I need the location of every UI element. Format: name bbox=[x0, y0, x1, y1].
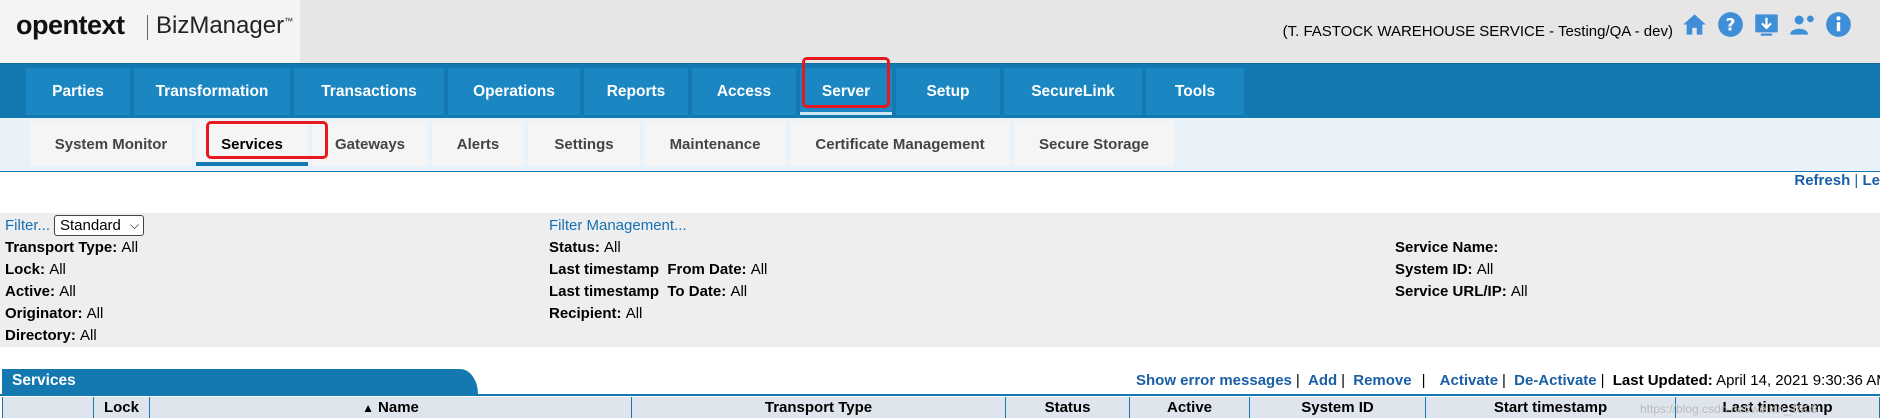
subtab-settings[interactable]: Settings bbox=[528, 121, 640, 166]
subtab-secure-storage[interactable]: Secure Storage bbox=[1014, 121, 1174, 166]
filter-directory: Directory: All bbox=[5, 327, 97, 344]
tab-transformation[interactable]: Transformation bbox=[134, 68, 290, 115]
add-link[interactable]: Add bbox=[1308, 372, 1337, 389]
tab-setup[interactable]: Setup bbox=[896, 68, 1000, 115]
info-icon[interactable] bbox=[1824, 10, 1853, 39]
separator: | bbox=[1421, 372, 1426, 389]
filter-service-url: Service URL/IP: All bbox=[1395, 283, 1528, 300]
services-section-title: Services bbox=[2, 369, 478, 394]
tab-tools[interactable]: Tools bbox=[1146, 68, 1244, 115]
filter-select[interactable]: Standard ⌵ bbox=[54, 215, 144, 236]
main-navigation: Parties Transformation Transactions Oper… bbox=[0, 63, 1880, 119]
separator: | bbox=[1295, 372, 1300, 389]
last-updated-value: April 14, 2021 9:30:36 AM bbox=[1716, 372, 1880, 389]
column-select[interactable] bbox=[2, 397, 94, 418]
remove-link[interactable]: Remove bbox=[1353, 372, 1411, 389]
show-error-messages-link[interactable]: Show error messages bbox=[1136, 372, 1292, 389]
column-lock[interactable]: Lock bbox=[94, 397, 150, 418]
services-actions: Show error messages | Add | Remove | Activa… bbox=[1136, 372, 1880, 389]
tab-securelink[interactable]: SecureLink bbox=[1004, 68, 1142, 115]
subtab-certificate-management[interactable]: Certificate Management bbox=[790, 121, 1010, 166]
refresh-bar: Refresh | Le bbox=[1794, 172, 1880, 189]
filter-select-value: Standard bbox=[60, 217, 121, 234]
home-icon[interactable] bbox=[1680, 10, 1709, 39]
tab-access[interactable]: Access bbox=[692, 68, 796, 115]
environment-label: (T. FASTOCK WAREHOUSE SERVICE - Testing/… bbox=[1282, 23, 1673, 40]
subtab-system-monitor[interactable]: System Monitor bbox=[30, 121, 192, 166]
tab-parties[interactable]: Parties bbox=[26, 68, 130, 115]
download-icon[interactable] bbox=[1752, 10, 1781, 39]
brand-name: opentext bbox=[16, 10, 125, 40]
filter-recipient: Recipient: All bbox=[549, 305, 643, 322]
product-name: BizManager™ bbox=[156, 12, 294, 39]
section-divider bbox=[0, 394, 1880, 396]
separator: | bbox=[1341, 372, 1346, 389]
filter-to-date: Last timestamp To Date: All bbox=[549, 283, 748, 300]
filter-lock: Lock: All bbox=[5, 261, 66, 278]
last-updated-label: Last Updated: bbox=[1612, 372, 1713, 389]
filter-originator: Originator: All bbox=[5, 305, 104, 322]
highlight-server-tab bbox=[802, 57, 890, 108]
filter-active: Active: All bbox=[5, 283, 76, 300]
separator: | bbox=[1600, 372, 1605, 389]
chevron-down-icon: ⌵ bbox=[129, 218, 139, 232]
svg-text:?: ? bbox=[1726, 15, 1736, 35]
filter-panel: Filter... Standard ⌵ Filter Management..… bbox=[0, 213, 1880, 347]
app-header: opentext BizManager™ (T. FASTOCK WAREHOU… bbox=[0, 0, 1880, 63]
refresh-separator: | bbox=[1854, 172, 1859, 189]
filter-transport-type: Transport Type: All bbox=[5, 239, 139, 256]
separator: | bbox=[1502, 372, 1506, 389]
filter-system-id: System ID: All bbox=[1395, 261, 1494, 278]
highlight-services-tab bbox=[206, 121, 328, 159]
tab-reports[interactable]: Reports bbox=[584, 68, 688, 115]
tab-operations[interactable]: Operations bbox=[448, 68, 580, 115]
subtab-gateways[interactable]: Gateways bbox=[312, 121, 428, 166]
refresh-link[interactable]: Refresh bbox=[1794, 172, 1850, 189]
truncated-link[interactable]: Le bbox=[1862, 172, 1880, 189]
filter-management-link[interactable]: Filter Management... bbox=[549, 217, 687, 234]
subtab-alerts[interactable]: Alerts bbox=[432, 121, 524, 166]
filter-from-date: Last timestamp From Date: All bbox=[549, 261, 768, 278]
column-system-id[interactable]: System ID bbox=[1250, 397, 1426, 418]
activate-link[interactable]: Activate bbox=[1440, 372, 1498, 389]
filter-status: Status: All bbox=[549, 239, 621, 256]
column-start-timestamp[interactable]: Start timestamp bbox=[1426, 397, 1676, 418]
sort-ascending-icon: ▲ bbox=[362, 401, 375, 415]
logo: opentext BizManager™ bbox=[0, 0, 300, 63]
column-status[interactable]: Status bbox=[1006, 397, 1130, 418]
filter-link[interactable]: Filter... bbox=[5, 217, 50, 234]
subtab-maintenance[interactable]: Maintenance bbox=[644, 121, 786, 166]
logo-divider bbox=[147, 15, 148, 40]
filter-service-name: Service Name: bbox=[1395, 239, 1499, 256]
help-icon[interactable]: ? bbox=[1716, 10, 1745, 39]
user-settings-icon[interactable] bbox=[1788, 10, 1817, 39]
header-toolbar: ? bbox=[1680, 10, 1853, 39]
watermark: https://blog.csdn.net/weixin_1808 bbox=[1640, 402, 1818, 416]
column-name[interactable]: ▲ Name bbox=[150, 397, 632, 418]
deactivate-link[interactable]: De-Activate bbox=[1514, 372, 1597, 389]
column-active[interactable]: Active bbox=[1130, 397, 1250, 418]
tab-transactions[interactable]: Transactions bbox=[294, 68, 444, 115]
services-table-header: Lock ▲ Name Transport Type Status Active … bbox=[2, 397, 1880, 418]
column-transport-type[interactable]: Transport Type bbox=[632, 397, 1006, 418]
